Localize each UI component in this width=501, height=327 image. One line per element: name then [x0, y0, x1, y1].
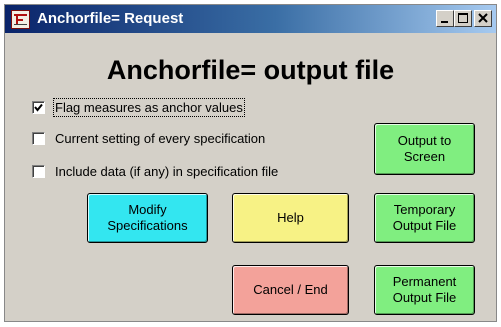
flag-anchor-label: Flag measures as anchor values — [53, 97, 245, 117]
permanent-output-file-button[interactable]: Permanent Output File — [374, 265, 475, 315]
flag-anchor-checkbox[interactable] — [32, 100, 45, 114]
modify-specifications-button[interactable]: Modify Specifications — [87, 193, 208, 243]
option-include-data[interactable]: Include data (if any) in specification f… — [32, 162, 278, 180]
permanent-line1: Permanent — [392, 274, 457, 289]
temporary-line2: Output File — [392, 218, 457, 233]
temporary-line1: Temporary — [393, 202, 456, 217]
modify-line2: Specifications — [107, 218, 188, 233]
page-title: Anchorfile= output file — [106, 55, 395, 85]
cancel-end-label: Cancel / End — [253, 282, 328, 297]
option-current-setting[interactable]: Current setting of every specification — [32, 129, 265, 147]
include-data-label: Include data (if any) in specification f… — [55, 163, 279, 179]
title-bar[interactable]: Anchorfile= Request — [5, 5, 496, 33]
close-icon[interactable] — [474, 10, 492, 27]
maximize-icon[interactable] — [454, 10, 472, 27]
current-setting-checkbox[interactable] — [32, 131, 45, 145]
minimize-icon[interactable] — [436, 10, 454, 27]
cancel-end-button[interactable]: Cancel / End — [232, 265, 349, 315]
help-button[interactable]: Help — [232, 193, 349, 243]
help-label: Help — [277, 210, 304, 225]
option-flag-anchor[interactable]: Flag measures as anchor values — [32, 97, 245, 117]
output-to-screen-line2: Screen — [403, 149, 446, 164]
include-data-checkbox[interactable] — [32, 164, 45, 178]
permanent-line2: Output File — [392, 290, 457, 305]
dialog-window: Anchorfile= Request Anchorfile= output f… — [4, 4, 497, 322]
window-title: Anchorfile= Request — [37, 10, 184, 27]
output-to-screen-line1: Output to — [397, 133, 452, 148]
output-to-screen-button[interactable]: Output to Screen — [374, 123, 475, 175]
temporary-output-file-button[interactable]: Temporary Output File — [374, 193, 475, 243]
modify-line1: Modify — [128, 202, 167, 217]
current-setting-label: Current setting of every specification — [55, 130, 266, 146]
facets-app-icon[interactable] — [11, 10, 30, 29]
